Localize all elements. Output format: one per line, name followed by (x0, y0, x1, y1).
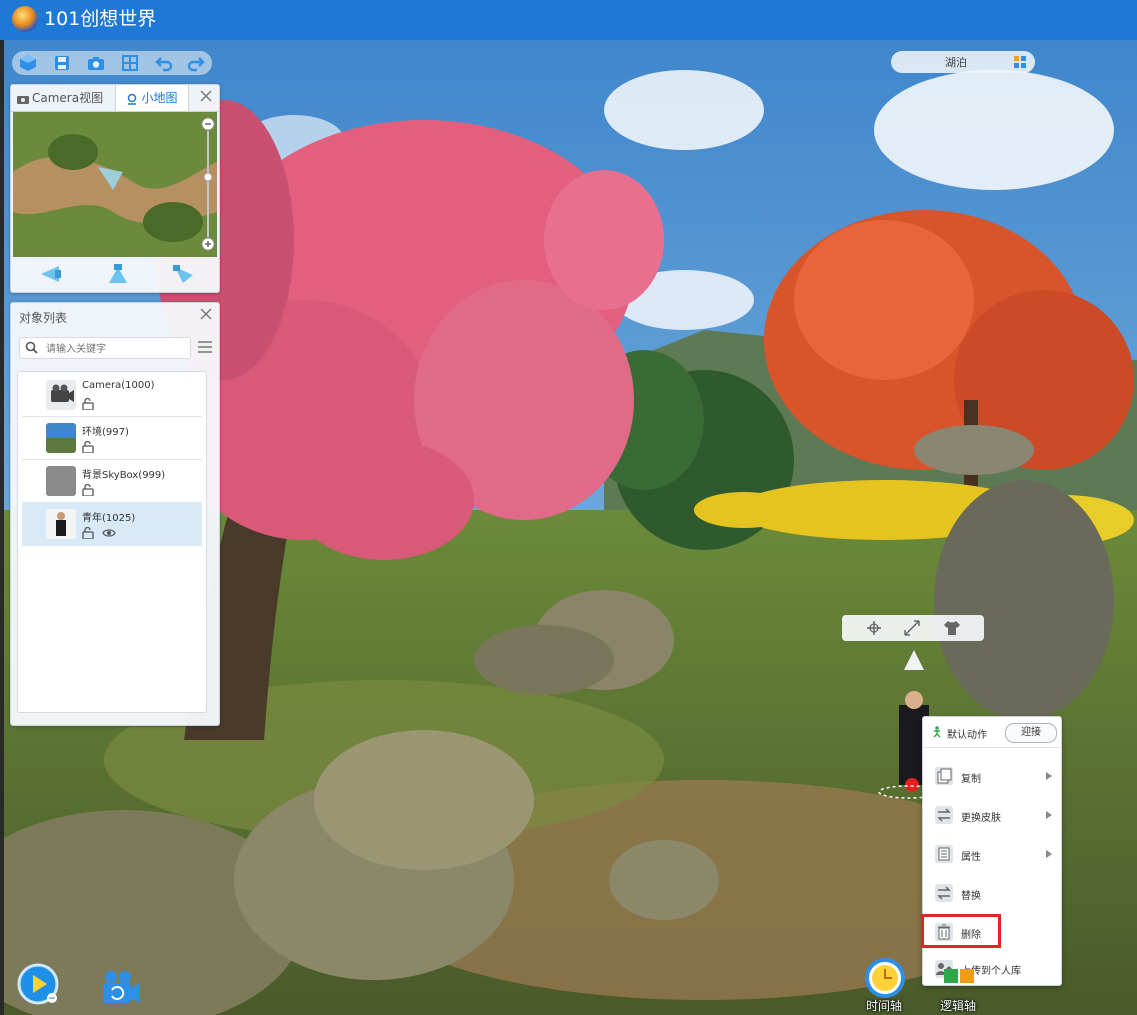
list-item-name: Camera(1000) (82, 380, 155, 391)
scale-icon[interactable] (902, 619, 922, 637)
close-icon[interactable] (199, 89, 213, 103)
view-left-icon[interactable] (37, 263, 63, 285)
environment-thumbnail (46, 423, 76, 453)
play-button[interactable] (17, 963, 59, 1005)
object-search-box (19, 337, 191, 359)
logic-axis-label: 逻辑轴 (940, 999, 977, 1013)
timeline-label: 时间轴 (866, 999, 903, 1013)
app-title: 101创想世界 (44, 8, 157, 30)
menu-item-properties[interactable]: 属性 (923, 835, 1061, 873)
menu-item-label: 复制 (961, 774, 981, 785)
close-icon[interactable] (199, 307, 213, 321)
main-toolbar (12, 51, 212, 75)
copy-icon (935, 767, 953, 785)
unlock-icon[interactable] (82, 527, 94, 539)
default-action-label: 默认动作 (947, 730, 987, 741)
chevron-right-icon (1046, 850, 1052, 858)
camera-thumbnail (46, 380, 76, 410)
menu-item-label: 替换 (961, 891, 981, 902)
unlock-icon[interactable] (82, 398, 94, 410)
scene-filter-dropdown[interactable]: 湖泊 (891, 51, 1035, 73)
list-item-name: 背景SkyBox(999) (82, 470, 166, 481)
swap-icon (935, 806, 953, 824)
object-search-input[interactable] (44, 340, 188, 358)
minimap-tabs: Camera视图 小地图 (11, 85, 219, 112)
list-view-icon[interactable] (197, 339, 213, 355)
menu-item-label: 属性 (961, 852, 981, 863)
replace-icon (935, 884, 953, 902)
action-figure-icon (933, 726, 941, 738)
tab-minimap[interactable]: 小地图 (115, 85, 189, 111)
list-item[interactable]: Camera(1000) (22, 374, 202, 417)
title-bar: 101创想世界 (0, 0, 1137, 40)
list-item[interactable]: 背景SkyBox(999) (22, 460, 202, 503)
scene-filter-label: 湖泊 (945, 56, 967, 69)
unlock-icon[interactable] (82, 441, 94, 453)
object-list-title: 对象列表 (19, 311, 68, 325)
tab-minimap-label: 小地图 (141, 91, 178, 105)
map-pin-icon (128, 93, 137, 105)
character-thumbnail (46, 509, 76, 539)
redo-icon[interactable] (186, 53, 206, 73)
grid-apps-icon[interactable] (1013, 55, 1027, 69)
object-list: Camera(1000) 环境(997) 背景SkyBox(999) 青年(10… (17, 371, 207, 713)
minimap-view[interactable] (13, 112, 217, 257)
tab-camera-view[interactable]: Camera视图 (17, 85, 113, 111)
list-item-selected[interactable]: 青年(1025) (22, 503, 202, 546)
list-item-name: 青年(1025) (82, 513, 136, 524)
grid-icon[interactable] (120, 53, 140, 73)
menu-item-change-skin[interactable]: 更换皮肤 (923, 796, 1061, 834)
delete-highlight-box (921, 914, 1001, 948)
undo-icon[interactable] (154, 53, 174, 73)
camera-icon (17, 95, 29, 104)
object-list-panel: 对象列表 Camera(1000) 环境(997) 背景SkyBox(99 (10, 302, 220, 726)
search-icon (25, 341, 38, 354)
cube-icon[interactable] (18, 53, 38, 73)
eye-icon[interactable] (102, 527, 116, 539)
view-top-icon[interactable] (105, 263, 131, 285)
camera-icon[interactable] (86, 53, 106, 73)
default-action-row: 默认动作 迎接 (923, 717, 1061, 748)
menu-item-replace[interactable]: 替换 (923, 874, 1061, 912)
scene-viewport[interactable]: 湖泊 Camera视图 小地图 对象列表 请输入关键字 Camera(1000)… (4, 40, 1137, 1015)
video-camera-button[interactable] (100, 968, 142, 1006)
default-action-button[interactable]: 迎接 (1005, 723, 1057, 743)
minimap-panel: Camera视图 小地图 (10, 84, 220, 293)
list-item[interactable]: 环境(997) (22, 417, 202, 460)
chevron-right-icon (1046, 811, 1052, 819)
unlock-icon[interactable] (82, 484, 94, 496)
shirt-icon[interactable] (942, 619, 962, 637)
menu-item-copy[interactable]: 复制 (923, 757, 1061, 795)
menu-item-label: 更换皮肤 (961, 813, 1001, 824)
minimap-zoom-slider[interactable] (201, 117, 215, 251)
view-angle-icon[interactable] (171, 263, 197, 285)
chevron-right-icon (1046, 772, 1052, 780)
save-icon[interactable] (52, 53, 72, 73)
list-item-name: 环境(997) (82, 427, 129, 438)
properties-icon (935, 845, 953, 863)
app-logo (12, 6, 38, 32)
object-hud-toolbar (842, 615, 984, 641)
move-icon[interactable] (864, 619, 884, 637)
skybox-thumbnail (46, 466, 76, 496)
tab-camera-view-label: Camera视图 (32, 91, 104, 105)
